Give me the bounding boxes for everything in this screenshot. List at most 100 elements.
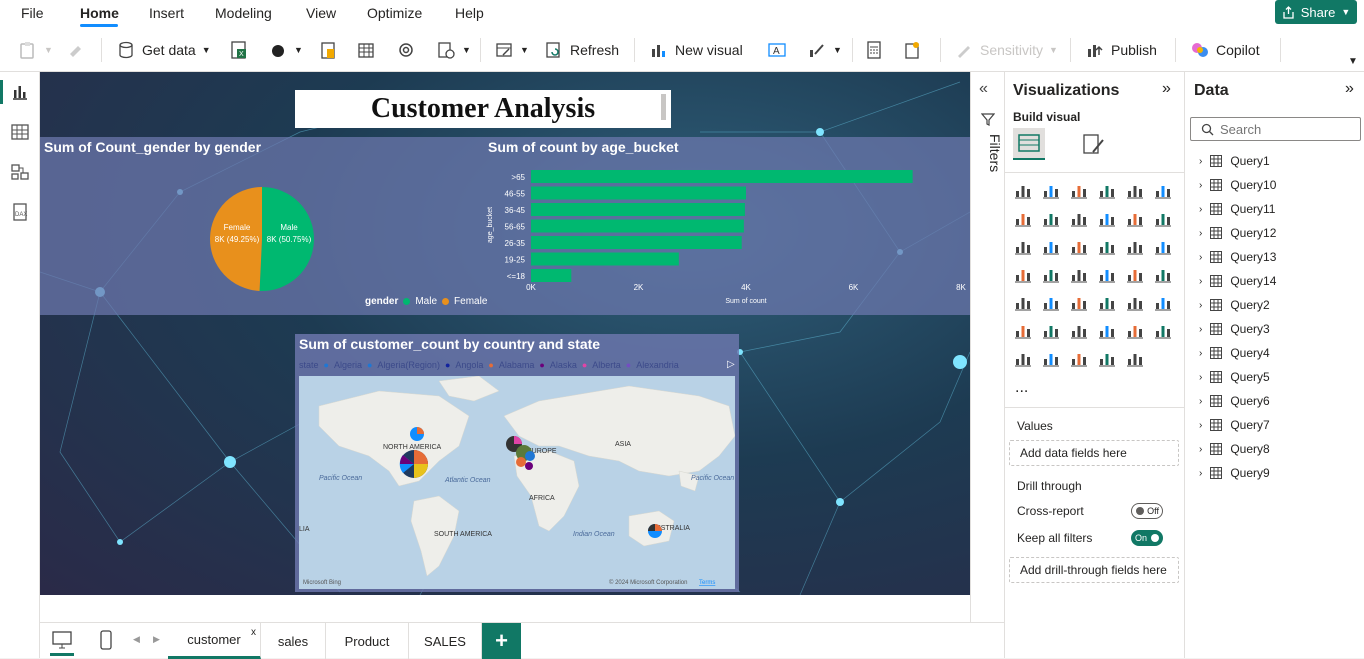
title-scrollbar[interactable] xyxy=(661,94,666,120)
map-legend-item[interactable]: Angola xyxy=(455,360,483,370)
table-item-query4[interactable]: › Query4 xyxy=(1199,346,1270,360)
chevron-right-icon[interactable]: › xyxy=(1199,444,1202,455)
transform-data-button[interactable]: ▼ xyxy=(494,36,529,64)
table-item-query5[interactable]: › Query5 xyxy=(1199,370,1270,384)
chevron-right-icon[interactable]: › xyxy=(1199,324,1202,335)
power-automate-icon[interactable] xyxy=(1097,348,1117,368)
text-box-button[interactable]: A xyxy=(767,36,787,64)
qa-icon[interactable] xyxy=(1097,320,1117,340)
tab-sales-upper[interactable]: SALES xyxy=(409,623,482,659)
chevron-right-icon[interactable]: › xyxy=(1199,372,1202,383)
enter-data-button[interactable] xyxy=(356,36,376,64)
line-column-icon[interactable] xyxy=(1125,208,1145,228)
age-bar[interactable] xyxy=(531,170,913,183)
keep-filters-toggle[interactable]: On xyxy=(1131,530,1163,546)
shape-map-icon[interactable] xyxy=(1125,348,1145,368)
decomp-tree-icon[interactable] xyxy=(1069,320,1089,340)
stacked-column-icon[interactable] xyxy=(1041,180,1061,200)
table-item-query9[interactable]: › Query9 xyxy=(1199,466,1270,480)
chevron-right-icon[interactable]: › xyxy=(1199,180,1202,191)
map-icon[interactable] xyxy=(1041,264,1061,284)
table-item-query10[interactable]: › Query10 xyxy=(1199,178,1276,192)
menu-modeling[interactable]: Modeling xyxy=(215,5,272,21)
recent-sources-button[interactable]: ▼ xyxy=(436,36,471,64)
goals-icon[interactable] xyxy=(1153,320,1173,340)
funnel-icon[interactable] xyxy=(1069,236,1089,256)
table-icon[interactable] xyxy=(1097,292,1117,312)
chevron-right-icon[interactable]: › xyxy=(1199,252,1202,263)
refresh-button[interactable]: Refresh xyxy=(544,36,619,64)
table-item-query7[interactable]: › Query7 xyxy=(1199,418,1270,432)
filters-pane-collapsed[interactable]: « Filters xyxy=(970,72,1004,622)
tab-customer[interactable]: customer x xyxy=(168,623,261,659)
share-button[interactable]: Share ▼ xyxy=(1275,0,1357,24)
legend-next-icon[interactable]: ▷ xyxy=(727,359,735,370)
next-page-icon[interactable]: ▶ xyxy=(153,634,160,645)
azure-map-icon[interactable] xyxy=(1097,264,1117,284)
100-area-icon[interactable] xyxy=(1097,208,1117,228)
build-visual-tab[interactable] xyxy=(1013,128,1045,160)
chevron-right-icon[interactable]: › xyxy=(1199,348,1202,359)
clustered-column-icon[interactable] xyxy=(1097,180,1117,200)
chevron-right-icon[interactable]: › xyxy=(1199,300,1202,311)
waterfall-icon[interactable] xyxy=(1041,236,1061,256)
expand-filters-icon[interactable]: « xyxy=(979,80,988,98)
gender-pie-chart[interactable]: Male 8K (50.75%) Female 8K (49.25%) xyxy=(190,159,430,319)
more-visuals-button[interactable]: ▼ xyxy=(807,36,842,64)
map-legend-item[interactable]: Alexandria xyxy=(636,360,679,370)
map-legend-item[interactable]: Alaska xyxy=(550,360,577,370)
map-legend-item[interactable]: Algeria xyxy=(334,360,362,370)
chevron-right-icon[interactable]: › xyxy=(1199,228,1202,239)
scatter-icon[interactable] xyxy=(1097,236,1117,256)
chevron-right-icon[interactable]: › xyxy=(1199,396,1202,407)
table-item-query14[interactable]: › Query14 xyxy=(1199,274,1276,288)
chevron-right-icon[interactable]: › xyxy=(1199,468,1202,479)
collapse-data-icon[interactable]: » xyxy=(1345,80,1354,98)
chevron-right-icon[interactable]: › xyxy=(1199,156,1202,167)
search-input[interactable] xyxy=(1220,121,1340,137)
stacked-area-icon[interactable] xyxy=(1069,208,1089,228)
table-item-query6[interactable]: › Query6 xyxy=(1199,394,1270,408)
menu-view[interactable]: View xyxy=(306,5,336,21)
desktop-layout-icon[interactable] xyxy=(52,631,72,649)
narrative-icon[interactable] xyxy=(1125,320,1145,340)
kpi-icon[interactable] xyxy=(1041,292,1061,312)
stacked-bar-icon[interactable] xyxy=(1013,180,1033,200)
card-icon[interactable] xyxy=(1153,264,1173,284)
metrics-icon[interactable] xyxy=(1041,348,1061,368)
slicer-icon[interactable] xyxy=(1069,292,1089,312)
r-visual-icon[interactable] xyxy=(1153,292,1173,312)
close-tab-icon[interactable]: x xyxy=(251,627,256,638)
drill-drop-zone[interactable]: Add drill-through fields here xyxy=(1009,557,1179,583)
pie-icon[interactable] xyxy=(1125,236,1145,256)
table-item-query3[interactable]: › Query3 xyxy=(1199,322,1270,336)
map-legend-item[interactable]: Alabama xyxy=(499,360,535,370)
ribbon-icon[interactable] xyxy=(1013,236,1033,256)
new-visual-button[interactable]: New visual xyxy=(649,36,743,64)
table-item-query11[interactable]: › Query11 xyxy=(1199,202,1275,216)
table-item-query12[interactable]: › Query12 xyxy=(1199,226,1276,240)
age-bar[interactable] xyxy=(531,186,746,200)
ribbon-collapse-icon[interactable]: ▼ xyxy=(1348,56,1358,67)
map-canvas[interactable]: NORTH AMERICA SOUTH AMERICA EUROPE AFRIC… xyxy=(299,376,735,589)
treemap-icon[interactable] xyxy=(1013,264,1033,284)
legend-male[interactable]: Male xyxy=(415,296,437,307)
more-visuals-ellipsis[interactable]: ... xyxy=(1015,379,1028,397)
clustered-bar-icon[interactable] xyxy=(1069,180,1089,200)
format-painter-button[interactable] xyxy=(66,36,86,64)
area-icon[interactable] xyxy=(1041,208,1061,228)
power-apps-icon[interactable] xyxy=(1069,348,1089,368)
chevron-right-icon[interactable]: › xyxy=(1199,204,1202,215)
menu-home[interactable]: Home xyxy=(80,5,119,21)
age-bar[interactable] xyxy=(531,269,572,282)
tab-product[interactable]: Product xyxy=(326,623,409,659)
age-bar[interactable] xyxy=(531,203,745,216)
map-terms-link[interactable]: Terms xyxy=(699,580,715,586)
map-legend-item[interactable]: Alberta xyxy=(592,360,621,370)
add-page-button[interactable]: + xyxy=(482,623,521,659)
menu-file[interactable]: File xyxy=(21,5,44,21)
chevron-right-icon[interactable]: › xyxy=(1199,420,1202,431)
age-bar[interactable] xyxy=(531,252,679,266)
collapse-viz-icon[interactable]: » xyxy=(1162,80,1171,98)
filled-map-icon[interactable] xyxy=(1069,264,1089,284)
